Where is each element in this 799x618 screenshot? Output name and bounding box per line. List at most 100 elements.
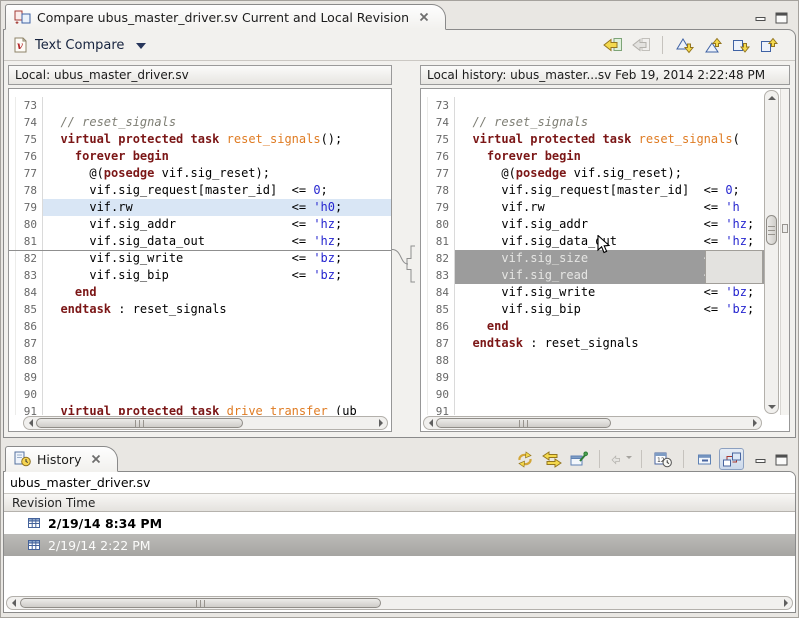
line-number: 76 xyxy=(16,148,43,165)
history-horizontal-scrollbar[interactable] xyxy=(6,596,793,610)
code-text[interactable]: @(posedge vif.sig_reset); xyxy=(455,165,764,182)
code-text[interactable]: virtual protected task drive_transfer (u… xyxy=(43,403,391,415)
vscroll-thumb[interactable] xyxy=(766,215,777,245)
compare-toolbar: v Text Compare xyxy=(4,30,795,61)
link-with-editor-icon[interactable] xyxy=(539,448,564,470)
previous-change-icon[interactable] xyxy=(756,34,781,56)
code-text[interactable]: vif.sig_bip <= 'bz; xyxy=(43,267,391,284)
scroll-right-icon[interactable] xyxy=(748,417,761,429)
gutter xyxy=(421,131,428,148)
code-text[interactable]: vif.sig_write <= 'bz; xyxy=(455,284,764,301)
code-text[interactable]: endtask : reset_signals xyxy=(43,301,391,318)
revision-row[interactable]: 2/19/14 8:34 PM xyxy=(4,512,795,534)
code-text[interactable]: virtual protected task reset_signals(); xyxy=(43,131,391,148)
revision-time-column-header[interactable]: Revision Time xyxy=(4,493,795,512)
line-number: 75 xyxy=(16,131,43,148)
line-number: 78 xyxy=(16,182,43,199)
code-line-74: 74 // reset_signals xyxy=(9,114,391,131)
collapse-all-icon[interactable] xyxy=(692,448,717,470)
minimize-view-icon[interactable] xyxy=(755,9,767,28)
gutter xyxy=(421,148,428,165)
code-text[interactable] xyxy=(43,369,391,386)
code-text[interactable]: end xyxy=(455,318,764,335)
code-text[interactable] xyxy=(43,97,391,114)
diff-overview-marker[interactable] xyxy=(782,224,788,233)
compare-editor-tab[interactable]: Compare ubus_master_driver.sv Current an… xyxy=(5,4,446,30)
code-text[interactable]: forever begin xyxy=(43,148,391,165)
refresh-icon[interactable] xyxy=(512,448,537,470)
history-view-body: ubus_master_driver.sv Revision Time 2/19… xyxy=(3,471,796,613)
code-line-88: 88 xyxy=(9,352,391,369)
scroll-down-icon[interactable] xyxy=(765,400,778,413)
code-text[interactable] xyxy=(455,403,764,415)
gutter xyxy=(421,386,428,403)
scroll-right-icon[interactable] xyxy=(779,597,792,609)
next-difference-icon[interactable] xyxy=(672,34,697,56)
code-text[interactable]: vif.sig_data_out <= 'hz; xyxy=(43,233,391,250)
left-horizontal-scrollbar[interactable] xyxy=(23,416,388,430)
code-text[interactable]: vif.sig_bip <= 'bz; xyxy=(455,301,764,318)
gutter xyxy=(421,301,428,318)
code-text[interactable]: vif.sig_request[master_id] <= 0; xyxy=(43,182,391,199)
code-text[interactable] xyxy=(455,386,764,403)
scroll-up-icon[interactable] xyxy=(765,91,778,104)
history-code-pane[interactable]: 7374 // reset_signals75 virtual protecte… xyxy=(420,88,790,432)
close-tab-icon[interactable] xyxy=(419,12,429,22)
minimize-view-icon[interactable] xyxy=(755,451,767,470)
code-text[interactable] xyxy=(455,97,764,114)
local-code-pane[interactable]: 7374 // reset_signals75 virtual protecte… xyxy=(8,88,392,432)
code-text[interactable]: vif.sig_addr <= 'hz; xyxy=(455,216,764,233)
code-text[interactable]: forever begin xyxy=(455,148,764,165)
code-text[interactable]: vif.sig_write <= 'bz; xyxy=(43,250,391,267)
local-code-area[interactable]: 7374 // reset_signals75 virtual protecte… xyxy=(9,89,391,415)
gutter xyxy=(9,284,16,301)
code-text[interactable]: vif.rw <= 'h0; xyxy=(43,199,391,216)
code-text[interactable]: vif.sig_data_out <= 'hz; xyxy=(455,233,764,250)
code-text[interactable]: // reset_signals xyxy=(43,114,391,131)
right-horizontal-scrollbar[interactable] xyxy=(423,416,762,430)
code-text[interactable]: end xyxy=(43,284,391,301)
compare-mode-label: Text Compare xyxy=(35,38,124,53)
overview-ruler[interactable] xyxy=(780,89,789,415)
copy-current-right-to-left-icon xyxy=(628,34,653,56)
code-text[interactable]: endtask : reset_signals xyxy=(455,335,764,352)
line-number: 88 xyxy=(428,352,455,369)
history-tab[interactable]: History xyxy=(5,446,118,472)
code-text[interactable]: vif.rw <= 'h xyxy=(455,199,764,216)
close-tab-icon[interactable] xyxy=(91,454,101,464)
history-hscroll-thumb[interactable] xyxy=(20,598,381,608)
maximize-view-icon[interactable] xyxy=(775,9,788,28)
next-change-icon[interactable] xyxy=(728,34,753,56)
line-number: 82 xyxy=(428,250,455,267)
vertical-scrollbar[interactable] xyxy=(764,90,779,414)
code-text[interactable]: vif.sig_addr <= 'hz; xyxy=(43,216,391,233)
line-number: 86 xyxy=(16,318,43,335)
gutter xyxy=(9,216,16,233)
gutter xyxy=(421,97,428,114)
code-text[interactable]: vif.sig_request[master_id] <= 0; xyxy=(455,182,764,199)
copy-all-right-to-left-icon[interactable] xyxy=(600,34,625,56)
gutter xyxy=(9,233,16,250)
pin-view-icon[interactable] xyxy=(566,448,591,470)
code-text[interactable]: virtual protected task reset_signals( xyxy=(455,131,764,148)
right-hscroll-thumb[interactable] xyxy=(436,418,611,428)
maximize-view-icon[interactable] xyxy=(775,451,788,470)
revision-row[interactable]: 2/19/14 2:22 PM xyxy=(4,534,795,556)
code-text[interactable] xyxy=(455,352,764,369)
code-line-73: 73 xyxy=(9,97,391,114)
code-text[interactable] xyxy=(43,335,391,352)
code-text[interactable]: // reset_signals xyxy=(455,114,764,131)
line-number: 74 xyxy=(16,114,43,131)
code-text[interactable] xyxy=(455,369,764,386)
code-text[interactable] xyxy=(43,318,391,335)
compare-mode-icon[interactable] xyxy=(719,448,744,470)
date-time-mode-icon[interactable]: 12 xyxy=(650,448,675,470)
scroll-right-icon[interactable] xyxy=(374,417,387,429)
scroll-left-icon[interactable] xyxy=(7,597,20,609)
left-hscroll-thumb[interactable] xyxy=(36,418,243,428)
code-text[interactable] xyxy=(43,352,391,369)
previous-difference-icon[interactable] xyxy=(700,34,725,56)
code-text[interactable]: @(posedge vif.sig_reset); xyxy=(43,165,391,182)
compare-mode-dropdown-icon[interactable] xyxy=(136,43,146,49)
code-text[interactable] xyxy=(43,386,391,403)
